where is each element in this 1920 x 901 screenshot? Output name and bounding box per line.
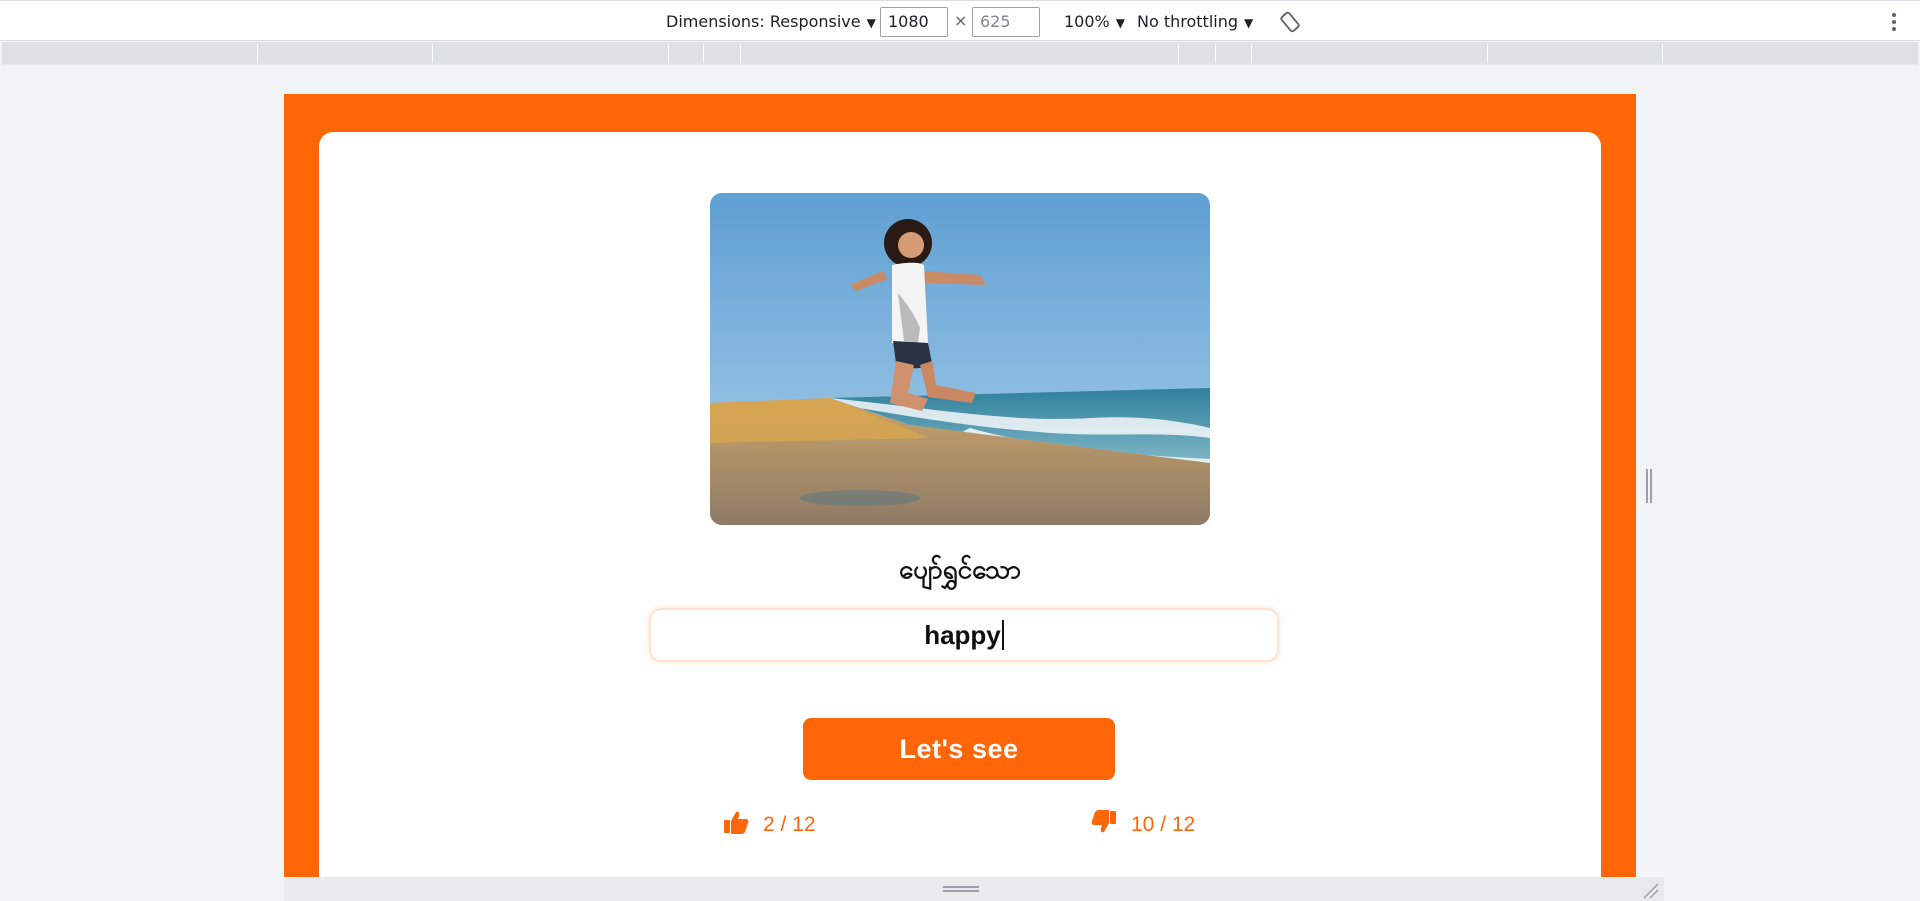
zoom-dropdown[interactable]: 100% ▼ (1064, 11, 1125, 33)
dimensions-caret-icon: ▼ (866, 16, 876, 30)
wrong-score-text: 10 / 12 (1131, 813, 1196, 836)
correct-score-text: 2 / 12 (763, 813, 816, 836)
text-caret (1001, 620, 1004, 651)
vertical-grip-icon[interactable] (1645, 469, 1653, 503)
dimensions-label: Dimensions: Responsive (666, 12, 861, 31)
quiz-card: ပျော်ရွှင်သော happy Let's see 2 / 12 10 … (319, 132, 1601, 877)
throttling-label: No throttling (1137, 12, 1239, 31)
target-word: ပျော်ရွှင်သော (898, 555, 1022, 585)
ruler-tick (432, 44, 433, 63)
ruler-tick (1662, 44, 1663, 63)
ruler-tick (1251, 44, 1252, 63)
beach-jump-image (710, 193, 1210, 525)
correct-score: 2 / 12 (723, 809, 816, 841)
corner-resize-icon[interactable] (1640, 880, 1660, 900)
ruler-tick (740, 44, 741, 63)
device-toolbar: Dimensions: Responsive ▼ 1080 × 625 100% ▼… (0, 0, 1920, 41)
wrong-score: 10 / 12 (1091, 809, 1195, 841)
lets-see-button[interactable]: Let's see (803, 718, 1115, 780)
zoom-label: 100% (1064, 12, 1110, 31)
zoom-caret-icon: ▼ (1115, 16, 1125, 30)
page-viewport: ပျော်ရွှင်သော happy Let's see 2 / 12 10 … (284, 94, 1636, 877)
ruler-tick (257, 44, 258, 63)
ruler-tick (703, 44, 704, 63)
ruler-tick (1178, 44, 1179, 63)
throttling-dropdown[interactable]: No throttling ▼ (1137, 11, 1253, 33)
width-input[interactable]: 1080 (880, 7, 948, 37)
horizontal-grip-icon[interactable] (943, 885, 979, 893)
ruler-tick (1487, 44, 1488, 63)
times-symbol: × (954, 11, 968, 30)
ruler-tick (668, 44, 669, 63)
throttling-caret-icon: ▼ (1244, 16, 1254, 30)
quiz-photo (710, 193, 1210, 525)
dimensions-dropdown[interactable]: Dimensions: Responsive ▼ (666, 11, 876, 33)
media-query-ruler[interactable] (2, 42, 1918, 65)
ruler-tick (1215, 44, 1216, 63)
height-input[interactable]: 625 (972, 7, 1040, 37)
more-options-icon[interactable] (1884, 11, 1904, 33)
thumbs-down-icon (1091, 810, 1116, 833)
answer-input[interactable]: happy (649, 608, 1279, 662)
rotate-icon[interactable] (1279, 11, 1301, 33)
answer-text: happy (924, 620, 1001, 650)
thumbs-up-icon (724, 812, 749, 835)
